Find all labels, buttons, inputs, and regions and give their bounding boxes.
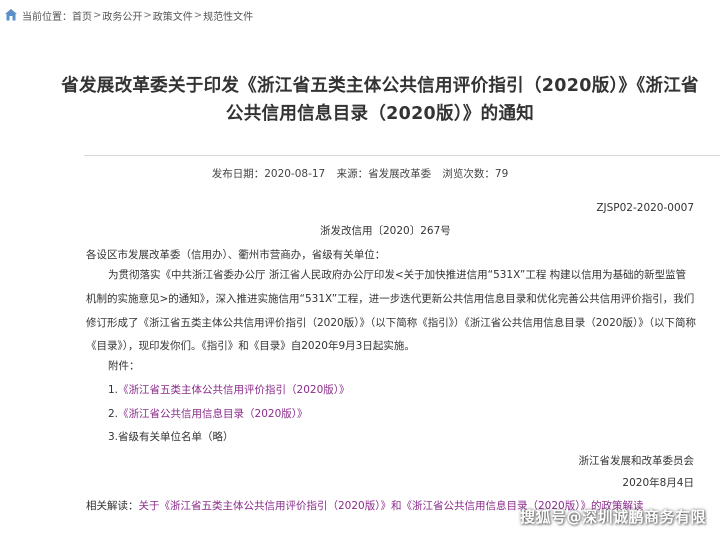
breadcrumb-normative-docs[interactable]: 规范性文件 <box>203 8 253 23</box>
watermark-head: 搜狐号 <box>519 508 567 526</box>
doc-code: ZJSP02-2020-0007 <box>596 202 694 214</box>
title-divider <box>84 155 720 156</box>
breadcrumb-policy-docs[interactable]: 政策文件 <box>153 8 193 23</box>
source: 来源：省发展改革委 <box>336 168 432 180</box>
page-title-line-1: 省发展改革委关于印发《浙江省五类主体公共信用评价指引（2020版）》《浙江省 <box>61 76 699 96</box>
breadcrumb-separator: > <box>193 9 203 21</box>
attachments-label: 附件： <box>108 360 140 372</box>
page-title-line-2: 公共信用信息目录（2020版）》的通知 <box>225 104 535 124</box>
attachment-text: 省级有关单位名单（略） <box>118 431 234 443</box>
article-meta: 发布日期：2020-08-17 来源：省发展改革委 浏览次数：79 <box>0 166 720 181</box>
breadcrumb-separator: > <box>143 9 152 21</box>
publish-date: 发布日期：2020-08-17 <box>211 168 326 180</box>
breadcrumb-gov-affairs[interactable]: 政务公开 <box>102 8 142 23</box>
body-paragraph: 为贯彻落实《中共浙江省委办公厅 浙江省人民政府办公厅印发<关于加快推进信用“53… <box>86 269 696 353</box>
watermark-tail: @深圳诚鹏商务有限 <box>566 508 706 526</box>
related-label: 相关解读： <box>86 500 139 512</box>
attachment-item: 1.《浙江省五类主体公共信用评价指引（2020版）》 <box>108 382 350 397</box>
view-count: 浏览次数：79 <box>442 168 509 180</box>
breadcrumb-separator: > <box>93 9 102 21</box>
attachment-number: 1. <box>108 384 119 396</box>
attachment-number: 3. <box>108 431 119 443</box>
breadcrumb-prefix: 当前位置： <box>22 11 72 23</box>
watermark: 搜狐号@深圳诚鹏商务有限 <box>520 506 706 527</box>
attachment-item: 2.《浙江省公共信用信息目录（2020版）》 <box>108 406 308 421</box>
home-icon <box>5 9 17 21</box>
signer: 浙江省发展和改革委员会 <box>578 455 695 467</box>
file-number: 浙发改信用〔2020〕267号 <box>320 225 451 237</box>
attachment-link[interactable]: 《浙江省公共信用信息目录（2020版）》 <box>118 408 307 420</box>
page-title: 省发展改革委关于印发《浙江省五类主体公共信用评价指引（2020版）》《浙江省 公… <box>60 72 700 128</box>
attachment-item: 3.省级有关单位名单（略） <box>108 429 234 444</box>
attachment-link[interactable]: 《浙江省五类主体公共信用评价指引（2020版）》 <box>118 384 349 396</box>
attachment-number: 2. <box>108 408 119 420</box>
breadcrumb-home[interactable]: 首页 <box>72 8 92 23</box>
breadcrumb: 当前位置： 首页 > 政务公开 > 政策文件 > 规范性文件 <box>4 6 253 24</box>
sign-date: 2020年8月4日 <box>622 477 694 489</box>
